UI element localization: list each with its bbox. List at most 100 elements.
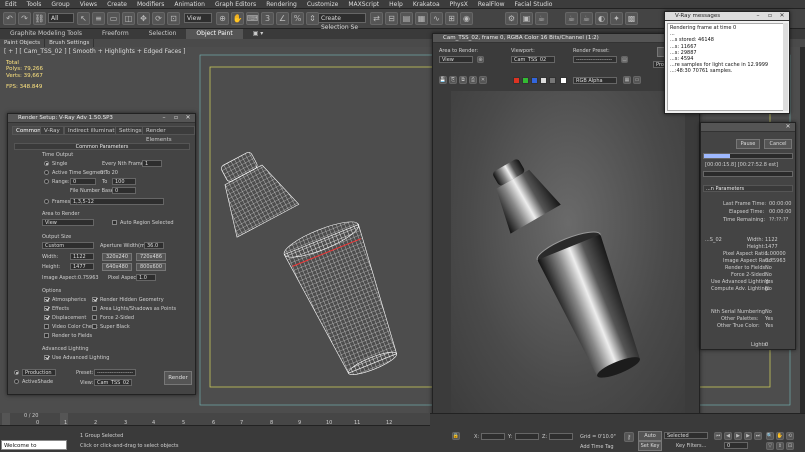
render-setup-icon[interactable]: ⚙ <box>505 12 518 25</box>
frame-area-edit-icon[interactable]: ⊕ <box>477 56 484 63</box>
snaps-toggle-icon[interactable]: 3 <box>261 12 274 25</box>
menu-rendering[interactable]: Rendering <box>261 1 302 8</box>
menu-maxscript[interactable]: MAXScript <box>343 1 384 8</box>
previous-frame-icon[interactable]: ◀ <box>724 432 732 440</box>
move-icon[interactable]: ✥ <box>137 12 150 25</box>
ribbon-tab-object-paint[interactable]: Object Paint <box>186 29 243 39</box>
rendered-image[interactable] <box>451 91 685 421</box>
activeshade-radio[interactable] <box>14 379 19 384</box>
cancel-button[interactable]: Cancel <box>764 139 792 149</box>
viewport-label[interactable]: [ + ] [ Cam_TSS_02 ] [ Smooth + Highligh… <box>4 48 186 55</box>
range-radio[interactable] <box>44 179 49 184</box>
reference-coord-select[interactable]: View <box>184 13 212 23</box>
graphite-toggle-icon[interactable]: ▦ <box>415 12 428 25</box>
range-to-field[interactable]: 100 <box>112 178 136 185</box>
vray-minimize-button[interactable]: – <box>753 12 763 20</box>
video-color-checkbox[interactable] <box>44 324 49 329</box>
output-size-select[interactable]: Custom <box>42 242 94 249</box>
super-black-checkbox[interactable] <box>92 324 97 329</box>
layer-manager-icon[interactable]: ▤ <box>400 12 413 25</box>
add-time-tag-button[interactable]: Add Time Tag <box>580 444 614 450</box>
menu-modifiers[interactable]: Modifiers <box>132 1 169 8</box>
menu-group[interactable]: Group <box>46 1 74 8</box>
maximize-viewport-icon[interactable]: ⊡ <box>786 442 794 450</box>
menu-edit[interactable]: Edit <box>0 1 22 8</box>
view-select[interactable]: Cam_TSS_02 <box>94 379 132 386</box>
progress-titlebar[interactable] <box>701 123 795 132</box>
y-coord-field[interactable] <box>515 433 539 440</box>
toggle-ui-overlay-icon[interactable]: ▦ <box>623 76 631 84</box>
mono-channel-icon[interactable] <box>549 77 556 84</box>
menu-animation[interactable]: Animation <box>169 1 210 8</box>
ribbon-tab-selection[interactable]: Selection <box>139 29 187 39</box>
schematic-view-icon[interactable]: ⊞ <box>445 12 458 25</box>
pixel-aspect-field[interactable]: 1.0 <box>136 274 156 281</box>
zoom-icon[interactable]: 🔍 <box>766 432 774 440</box>
undo-icon[interactable]: ↶ <box>3 12 16 25</box>
effects-icon[interactable]: ✦ <box>610 12 623 25</box>
copy-image-icon[interactable]: ⎘ <box>449 76 457 84</box>
maximize-button[interactable]: ▫ <box>171 114 181 122</box>
render-fields-checkbox[interactable] <box>44 333 49 338</box>
menu-views[interactable]: Views <box>75 1 102 8</box>
frames-field[interactable]: 1,3,5-12 <box>70 198 164 205</box>
rendered-frame-window-icon[interactable]: ▣ <box>520 12 533 25</box>
print-icon[interactable]: ⎙ <box>469 76 477 84</box>
auto-region-checkbox[interactable] <box>112 220 117 225</box>
mirror-icon[interactable]: ⇄ <box>370 12 383 25</box>
frame-area-select[interactable]: View <box>439 56 473 63</box>
range-from-field[interactable]: 0 <box>70 178 96 185</box>
effects-checkbox[interactable] <box>44 306 49 311</box>
ribbon-options-icon[interactable]: ▣ ▾ <box>243 29 274 39</box>
maxscript-listener[interactable]: Welcome to MAXScript. <box>1 440 67 450</box>
force-2sided-checkbox[interactable] <box>92 315 97 320</box>
x-coord-field[interactable] <box>481 433 505 440</box>
clear-image-icon[interactable]: ✕ <box>479 76 487 84</box>
menu-facial-studio[interactable]: Facial Studio <box>510 1 558 8</box>
every-nth-field[interactable]: 1 <box>142 160 162 167</box>
render-production-icon[interactable]: ☕ <box>535 12 548 25</box>
z-coord-field[interactable] <box>549 433 573 440</box>
percent-snap-icon[interactable]: % <box>291 12 304 25</box>
select-by-name-icon[interactable]: ≡ <box>92 12 105 25</box>
play-icon[interactable]: ▶ <box>734 432 742 440</box>
menu-help[interactable]: Help <box>384 1 408 8</box>
preset-select[interactable]: -------------------- <box>94 369 136 376</box>
red-channel-icon[interactable] <box>513 77 520 84</box>
close-button[interactable]: ✕ <box>183 114 193 122</box>
render-parameters-header[interactable]: ...n Parameters <box>703 185 793 192</box>
select-manipulate-icon[interactable]: ✋ <box>231 12 244 25</box>
use-advanced-checkbox[interactable] <box>44 355 49 360</box>
frame-render-preset-select[interactable]: -------------------- <box>573 56 617 63</box>
render-iterative-icon[interactable]: ☕ <box>565 12 578 25</box>
width-field[interactable]: 1122 <box>70 253 94 260</box>
vray-close-button[interactable]: ✕ <box>777 12 787 20</box>
save-image-icon[interactable]: 💾 <box>439 76 447 84</box>
orbit-icon[interactable]: ⟲ <box>786 432 794 440</box>
active-segment-radio[interactable] <box>44 170 49 175</box>
auto-key-button[interactable]: Auto Key <box>638 431 662 448</box>
minimize-button[interactable]: – <box>159 114 169 122</box>
displacement-checkbox[interactable] <box>44 315 49 320</box>
menu-customize[interactable]: Customize <box>302 1 344 8</box>
area-to-render-select[interactable]: View <box>42 219 94 226</box>
set-key-mode-icon[interactable]: ⚷ <box>624 432 634 442</box>
background-color-swatch[interactable] <box>560 77 567 84</box>
menu-realflow[interactable]: RealFlow <box>473 1 510 8</box>
preset-640x480-button[interactable]: 640x480 <box>102 263 132 271</box>
aperture-field[interactable]: 36.0 <box>144 242 164 249</box>
clone-window-icon[interactable]: ⧉ <box>459 76 467 84</box>
panel-paint-objects[interactable]: Paint Objects <box>0 39 46 47</box>
pause-button[interactable]: Pause <box>736 139 760 149</box>
area-lights-checkbox[interactable] <box>92 306 97 311</box>
pivot-center-icon[interactable]: ⊕ <box>216 12 229 25</box>
align-icon[interactable]: ⊟ <box>385 12 398 25</box>
named-selection-select[interactable]: Create Selection Se <box>318 13 366 31</box>
frame-viewport-select[interactable]: Cam_TSS_02 <box>511 56 555 63</box>
panel-brush-settings[interactable]: Brush Settings <box>45 39 95 47</box>
height-field[interactable]: 1477 <box>70 263 94 270</box>
tab-settings[interactable]: Settings <box>115 126 146 135</box>
dolly-icon[interactable]: ⇕ <box>776 442 784 450</box>
activeshade-icon[interactable]: ☕ <box>580 12 593 25</box>
file-number-base-field[interactable]: 0 <box>112 187 136 194</box>
